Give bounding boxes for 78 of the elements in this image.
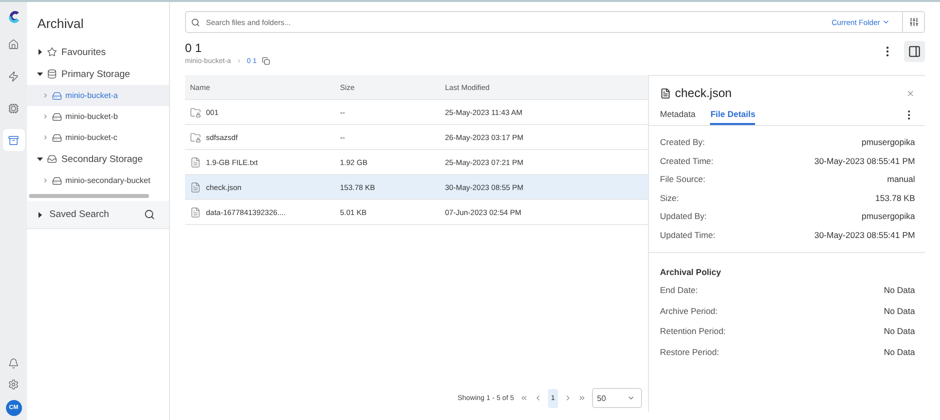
bell-icon[interactable] bbox=[8, 358, 20, 369]
chevron-icon bbox=[42, 113, 50, 120]
details-tab[interactable]: File Details bbox=[710, 109, 756, 125]
scrollbar[interactable] bbox=[29, 194, 149, 198]
panel-toggle-button[interactable] bbox=[904, 41, 925, 62]
search-icon[interactable] bbox=[144, 209, 155, 220]
field-label: Created By: bbox=[660, 137, 705, 148]
tray-icon bbox=[47, 154, 58, 164]
first-page-icon[interactable] bbox=[520, 394, 528, 402]
field-value: manual bbox=[887, 174, 915, 184]
drive-icon bbox=[52, 90, 62, 100]
sliders-icon bbox=[908, 17, 918, 27]
folder-icon bbox=[190, 132, 201, 142]
separator-icon bbox=[236, 58, 242, 64]
folder-title: 0 1 bbox=[185, 41, 203, 55]
previous-page-icon[interactable] bbox=[534, 394, 542, 402]
field-label: Archive Period: bbox=[660, 306, 718, 316]
last-page-icon[interactable] bbox=[578, 394, 586, 402]
section-title: Archival Policy bbox=[659, 266, 722, 279]
copy-icon[interactable] bbox=[262, 57, 270, 65]
caret-icon[interactable] bbox=[37, 71, 44, 77]
bolt-icon bbox=[8, 70, 20, 82]
sidebar-title: Archival bbox=[36, 15, 85, 33]
field-value: 30-May-2023 08:55:41 PM bbox=[814, 230, 915, 240]
field-label: End Date: bbox=[660, 285, 698, 296]
field-label: Retention Period: bbox=[660, 326, 726, 336]
chip-icon bbox=[8, 102, 20, 114]
chevron-down-icon bbox=[882, 18, 890, 26]
file-icon bbox=[190, 156, 201, 168]
file-icon bbox=[190, 182, 201, 192]
logo-icon[interactable] bbox=[8, 10, 20, 23]
field-value: 30-May-2023 08:55:41 PM bbox=[814, 156, 915, 166]
caret-icon[interactable] bbox=[37, 49, 44, 55]
file-icon bbox=[190, 206, 201, 218]
chevron-icon bbox=[42, 177, 50, 184]
nav-button[interactable] bbox=[2, 129, 25, 151]
tree-item[interactable]: Favourites bbox=[61, 46, 106, 58]
field-label: Restore Period: bbox=[660, 346, 720, 357]
folder-icon bbox=[190, 106, 201, 118]
details-title: check.json bbox=[675, 86, 732, 100]
field-label: Size: bbox=[660, 192, 679, 203]
caret-icon[interactable] bbox=[37, 212, 44, 218]
bucket-item[interactable]: minio-bucket-a bbox=[27, 85, 169, 106]
settings-icon[interactable] bbox=[8, 379, 20, 390]
drive-icon bbox=[52, 132, 62, 142]
field-label: Created Time: bbox=[660, 156, 714, 166]
home-icon bbox=[8, 38, 20, 50]
next-page-icon[interactable] bbox=[564, 394, 572, 402]
tree-item[interactable]: Primary Storage bbox=[61, 68, 130, 80]
database-icon bbox=[47, 69, 58, 79]
archive-icon bbox=[8, 134, 20, 146]
field-value: No Data bbox=[884, 346, 915, 357]
field-value: No Data bbox=[884, 326, 915, 336]
file-icon bbox=[660, 88, 671, 98]
caret-icon[interactable] bbox=[37, 156, 44, 162]
field-label: File Source: bbox=[660, 174, 706, 184]
close-icon[interactable] bbox=[906, 88, 915, 98]
bucket-item[interactable]: minio-bucket-b bbox=[27, 106, 169, 127]
field-label: Updated By: bbox=[660, 211, 707, 222]
field-value: 153.78 KB bbox=[875, 192, 915, 203]
chevron-down-icon bbox=[627, 394, 635, 402]
field-value: No Data bbox=[884, 306, 915, 316]
chevron-icon bbox=[42, 134, 50, 141]
search-icon bbox=[191, 18, 200, 26]
bucket-item[interactable]: minio-secondary-bucket bbox=[27, 170, 169, 191]
details-tab[interactable]: Metadata bbox=[660, 109, 696, 125]
page-size-select[interactable]: 50 bbox=[592, 388, 642, 408]
star-icon bbox=[47, 47, 58, 57]
panel-icon bbox=[908, 45, 921, 58]
field-label: Updated Time: bbox=[660, 230, 716, 240]
tree-item[interactable]: Secondary Storage bbox=[61, 154, 143, 164]
field-value: No Data bbox=[884, 285, 915, 296]
chevron-icon bbox=[42, 92, 50, 99]
drive-icon bbox=[52, 112, 62, 122]
bucket-item[interactable]: minio-bucket-c bbox=[27, 127, 169, 148]
field-value: pmusergopika bbox=[862, 137, 915, 148]
field-value: pmusergopika bbox=[862, 211, 915, 222]
drive-icon bbox=[52, 176, 62, 186]
